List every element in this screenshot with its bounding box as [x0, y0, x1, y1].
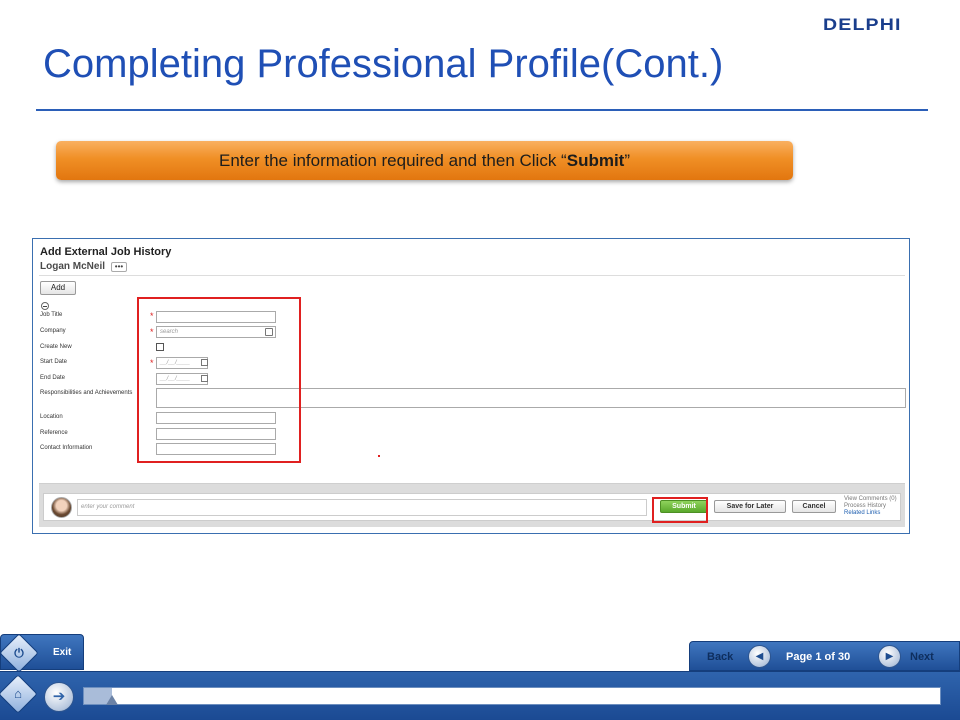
- process-history-link[interactable]: Process History: [844, 503, 897, 510]
- slide: DELPHI Completing Professional Profile(C…: [0, 0, 960, 720]
- side-links: View Comments (0) Process History Relate…: [844, 496, 897, 517]
- collapse-icon[interactable]: [41, 302, 49, 310]
- label-create-new: Create New: [40, 344, 72, 350]
- next-label[interactable]: Next: [910, 651, 934, 663]
- save-for-later-button[interactable]: Save for Later: [714, 500, 786, 513]
- power-icon[interactable]: ⏻: [0, 633, 39, 673]
- progress-thumb[interactable]: [106, 695, 119, 705]
- home-glyph: ⌂: [14, 686, 22, 701]
- right-arrow-circle-icon[interactable]: ➔: [44, 682, 74, 712]
- progress-bar[interactable]: [83, 687, 941, 705]
- right-arrow-icon[interactable]: ▶: [878, 645, 901, 668]
- comment-panel: enter your comment Submit Save for Later…: [43, 493, 901, 521]
- player-bar: ⌂ ➔: [0, 671, 960, 720]
- user-name: Logan McNeil: [40, 261, 106, 272]
- label-location: Location: [40, 414, 63, 420]
- navigation-tab: Back ◀ Page 1 of 30 ▶ Next: [689, 641, 960, 671]
- instruction-prefix: Enter the information required and then …: [218, 151, 567, 170]
- delphi-logo: DELPHI: [823, 15, 902, 34]
- add-button[interactable]: Add: [40, 281, 76, 295]
- back-label[interactable]: Back: [707, 651, 733, 663]
- label-responsibilities: Responsibilities and Achievements: [40, 390, 133, 396]
- cancel-button[interactable]: Cancel: [792, 500, 836, 513]
- label-start-date: Start Date: [40, 359, 68, 365]
- submit-highlight-box: [652, 497, 708, 523]
- home-icon[interactable]: ⌂: [0, 674, 38, 714]
- form-title: Add External Job History: [40, 246, 172, 258]
- instruction-suffix: ”: [624, 151, 631, 170]
- form-divider: [39, 275, 905, 276]
- exit-label[interactable]: Exit: [53, 647, 71, 658]
- label-company: Company: [40, 328, 66, 334]
- app-screenshot: Add External Job History Logan McNeil ••…: [32, 238, 910, 534]
- view-comments-link[interactable]: View Comments (0): [844, 496, 897, 503]
- comment-input[interactable]: enter your comment: [77, 499, 647, 516]
- slide-title: Completing Professional Profile(Cont.): [43, 42, 724, 86]
- power-glyph: ⏻: [14, 646, 24, 660]
- left-arrow-icon[interactable]: ◀: [748, 645, 771, 668]
- label-end-date: End Date: [40, 375, 66, 381]
- form-highlight-box: [137, 297, 301, 463]
- instruction-bold: Submit: [566, 151, 625, 170]
- more-options-button[interactable]: •••: [111, 262, 127, 272]
- exit-tab[interactable]: ⏻ Exit: [0, 633, 84, 673]
- comment-bar: enter your comment Submit Save for Later…: [39, 483, 905, 527]
- instruction-banner: Enter the information required and then …: [56, 141, 793, 180]
- label-reference: Reference: [40, 430, 68, 436]
- annotation-dot: [378, 455, 380, 457]
- related-links-link[interactable]: Related Links: [844, 510, 897, 517]
- label-job-title: Job Title: [40, 312, 63, 318]
- avatar: [51, 497, 72, 518]
- label-contact: Contact Information: [40, 445, 93, 451]
- page-indicator: Page 1 of 30: [786, 651, 851, 663]
- title-divider: [36, 109, 928, 111]
